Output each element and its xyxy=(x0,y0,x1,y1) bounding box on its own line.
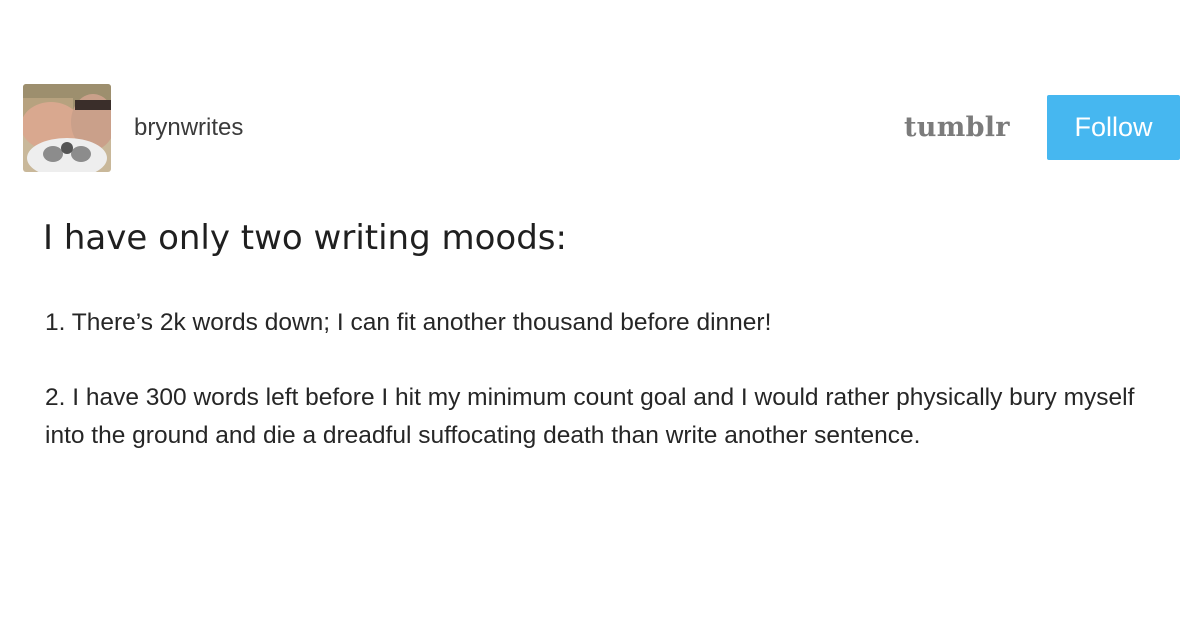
follow-button[interactable]: Follow xyxy=(1047,95,1180,160)
post-paragraph-1: 1. There’s 2k words down; I can fit anot… xyxy=(45,309,772,336)
tumblr-post: brynwrites tumblr Follow I have only two… xyxy=(0,0,1200,628)
post-title: I have only two writing moods: xyxy=(43,218,567,258)
avatar[interactable] xyxy=(23,84,111,172)
username[interactable]: brynwrites xyxy=(134,113,243,143)
post-paragraph-2: 2. I have 300 words left before I hit my… xyxy=(45,384,1135,449)
tumblr-logo: tumblr xyxy=(904,112,1010,143)
avatar-photo-icon xyxy=(23,84,111,172)
